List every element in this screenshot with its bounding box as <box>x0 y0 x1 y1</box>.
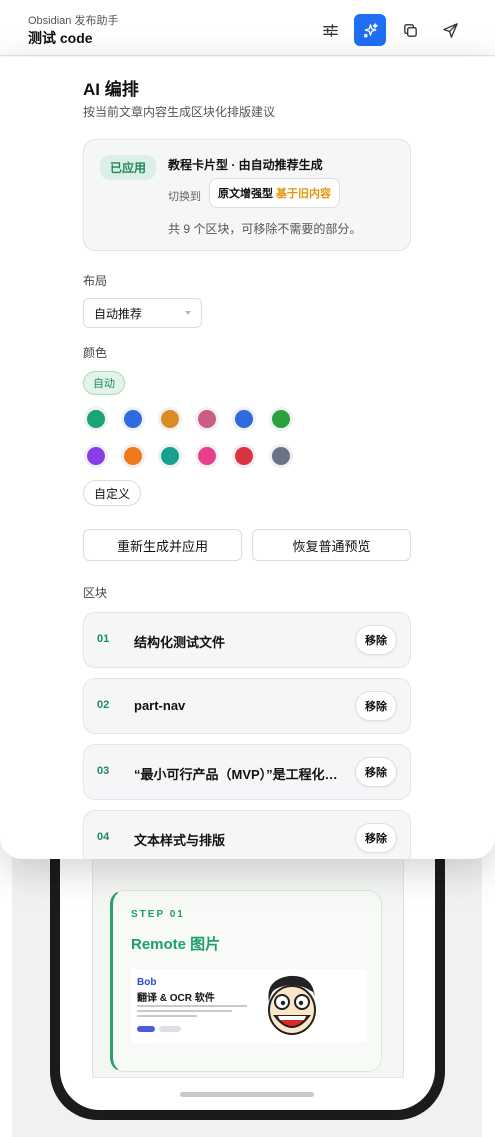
block-count-note: 共 9 个区块，可移除不需要的部分。 <box>168 222 362 236</box>
color-swatch[interactable] <box>232 444 256 468</box>
regenerate-button[interactable]: 重新生成并应用 <box>83 529 242 561</box>
ai-layout-panel: AI 编排 按当前文章内容生成区块化排版建议 已应用 教程卡片型 · 由自动推荐… <box>0 57 495 859</box>
layout-select[interactable]: 自动推荐 <box>83 298 202 328</box>
panel-title: AI 编排 <box>83 80 139 99</box>
color-swatch[interactable] <box>269 444 293 468</box>
mode-title: 教程卡片型 · 由自动推荐生成 <box>168 158 323 172</box>
doc-title: 测试 code <box>28 30 93 46</box>
status-card: 已应用 教程卡片型 · 由自动推荐生成 切换到 原文增强型 基于旧内容 共 9 … <box>83 139 411 251</box>
send-icon <box>442 22 458 38</box>
switch-tag: 基于旧内容 <box>276 188 331 200</box>
sparkles-icon <box>363 22 378 37</box>
layout-label: 布局 <box>83 274 108 288</box>
ai-layout-button[interactable] <box>354 14 386 46</box>
block-name: 文本样式与排版 <box>134 833 226 848</box>
step-title: Remote 图片 <box>131 936 221 953</box>
color-swatch[interactable] <box>269 407 293 431</box>
block-row: 04 文本样式与排版 移除 <box>83 810 411 859</box>
banner-description <box>137 1005 257 1019</box>
color-swatch[interactable] <box>121 444 145 468</box>
color-swatch[interactable] <box>195 407 219 431</box>
color-auto-chip[interactable]: 自动 <box>83 371 125 395</box>
home-indicator <box>180 1092 314 1097</box>
color-swatch[interactable] <box>195 444 219 468</box>
remove-block-button[interactable]: 移除 <box>355 823 397 853</box>
color-swatch[interactable] <box>84 444 108 468</box>
switch-mode-button[interactable]: 原文增强型 基于旧内容 <box>209 178 340 208</box>
custom-color-button[interactable]: 自定义 <box>83 480 141 506</box>
remote-image: Bob 翻译 & OCR 软件 <box>131 969 367 1043</box>
remove-block-button[interactable]: 移除 <box>355 625 397 655</box>
remove-block-button[interactable]: 移除 <box>355 691 397 721</box>
chevron-down-icon <box>185 311 191 315</box>
sliders-icon <box>322 23 338 37</box>
step-label: STEP 01 <box>131 909 185 920</box>
banner-title: 翻译 & OCR 软件 <box>137 993 215 1004</box>
step-card: STEP 01 Remote 图片 Bob 翻译 & OCR 软件 <box>110 890 382 1072</box>
block-name: part-nav <box>134 698 186 713</box>
block-number: 03 <box>97 765 110 777</box>
block-row: 01 结构化测试文件 移除 <box>83 612 411 668</box>
panel-subtitle: 按当前文章内容生成区块化排版建议 <box>83 105 276 119</box>
block-row: 03 “最小可行产品（MVP）”是工程化思维 移除 <box>83 744 411 800</box>
banner-button <box>159 1026 181 1032</box>
cartoon-face-icon <box>268 975 316 1035</box>
banner-brand: Bob <box>137 977 157 988</box>
publish-button[interactable] <box>434 14 466 46</box>
app-name: Obsidian 发布助手 <box>28 15 119 27</box>
block-name: “最小可行产品（MVP）”是工程化思维 <box>134 767 346 782</box>
applied-badge: 已应用 <box>100 155 157 180</box>
block-row: 02 part-nav 移除 <box>83 678 411 734</box>
top-bar: Obsidian 发布助手 测试 code <box>0 0 495 56</box>
color-swatch[interactable] <box>158 444 182 468</box>
block-name: 结构化测试文件 <box>134 635 226 650</box>
layout-select-value: 自动推荐 <box>94 306 143 321</box>
switch-target: 原文增强型 <box>218 188 273 200</box>
blocks-label: 区块 <box>83 586 108 600</box>
restore-preview-button[interactable]: 恢复普通预览 <box>252 529 411 561</box>
remove-block-button[interactable]: 移除 <box>355 757 397 787</box>
copy-icon <box>403 23 417 37</box>
color-swatch[interactable] <box>158 407 182 431</box>
color-swatch[interactable] <box>232 407 256 431</box>
block-number: 02 <box>97 699 110 711</box>
block-number: 01 <box>97 633 110 645</box>
copy-button[interactable] <box>394 14 426 46</box>
settings-button[interactable] <box>314 14 346 46</box>
color-swatch[interactable] <box>121 407 145 431</box>
block-number: 04 <box>97 831 110 843</box>
color-label: 颜色 <box>83 346 108 360</box>
switch-label: 切换到 <box>168 191 201 203</box>
banner-button <box>137 1026 155 1032</box>
color-swatch[interactable] <box>84 407 108 431</box>
